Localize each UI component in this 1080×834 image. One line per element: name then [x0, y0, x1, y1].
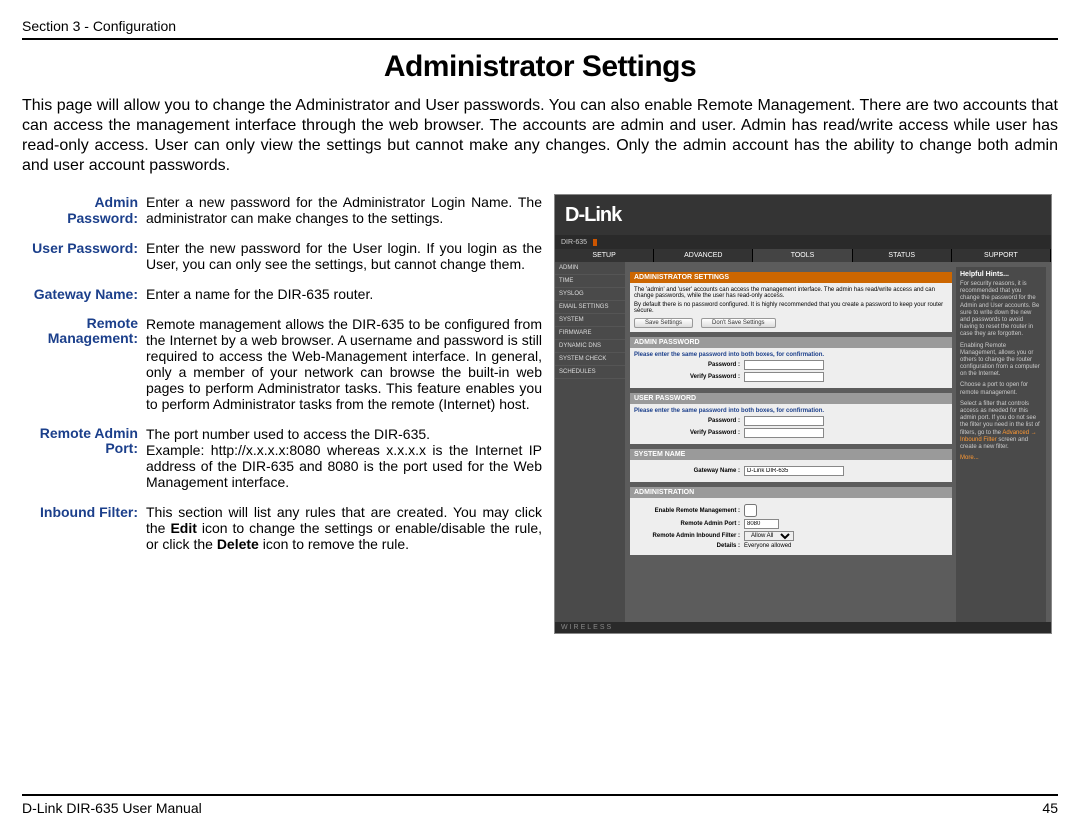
gateway-name-desc: Enter a name for the DIR-635 router. — [146, 286, 542, 302]
user-password-desc: Enter the new password for the User logi… — [146, 240, 542, 272]
hints-p2: Enabling Remote Management, allows you o… — [960, 343, 1042, 379]
hints-p1: For security reasons, it is recommended … — [960, 281, 1042, 339]
lbl-admin-vpw: Verify Password : — [634, 374, 744, 380]
user-password-label: User Password: — [22, 240, 142, 256]
intro-paragraph: This page will allow you to change the A… — [22, 96, 1058, 176]
rap-line2: Example: http://x.x.x.x:8080 whereas x.x… — [146, 442, 542, 490]
header-rule — [22, 38, 1058, 40]
admin-pw-header: ADMIN PASSWORD — [630, 337, 952, 348]
save-settings-button[interactable]: Save Settings — [634, 318, 693, 328]
helpful-hints-panel: Helpful Hints... For security reasons, i… — [956, 267, 1046, 627]
router-model-bar: DIR-635 — [555, 235, 1051, 249]
administration-header: ADMINISTRATION — [630, 487, 952, 498]
tab-support[interactable]: SUPPORT — [952, 249, 1051, 262]
hints-p4: Select a filter that controls access as … — [960, 401, 1042, 451]
dlink-logo: D-Link — [565, 204, 621, 227]
footer-rule — [22, 794, 1058, 796]
lbl-user-vpw: Verify Password : — [634, 430, 744, 436]
admin-pw-input[interactable] — [744, 360, 824, 370]
remote-management-label: Remote Management: — [22, 316, 142, 347]
side-firmware[interactable]: FIRMWARE — [555, 327, 625, 340]
lbl-details: Details : — [634, 543, 744, 549]
inbound-filter-desc: This section will list any rules that ar… — [146, 504, 542, 552]
details-value: Everyone allowed — [744, 543, 791, 549]
lbl-user-pw: Password : — [634, 418, 744, 424]
admin-pw-hint: Please enter the same password into both… — [634, 352, 948, 358]
router-footer: WIRELESS — [555, 622, 1051, 633]
hints-p3: Choose a port to open for remote managem… — [960, 382, 1042, 396]
user-pw-input[interactable] — [744, 416, 824, 426]
side-syscheck[interactable]: SYSTEM CHECK — [555, 353, 625, 366]
admin-desc2: By default there is no password configur… — [634, 302, 948, 314]
remote-port-input[interactable] — [744, 519, 779, 529]
lbl-remote-filter: Remote Admin Inbound Filter : — [634, 533, 744, 539]
user-pw-header: USER PASSWORD — [630, 393, 952, 404]
hints-title: Helpful Hints... — [960, 271, 1042, 278]
remote-admin-port-desc: The port number used to access the DIR-6… — [146, 426, 542, 490]
remote-filter-select[interactable]: Allow All — [744, 531, 794, 541]
side-admin[interactable]: ADMIN — [555, 262, 625, 275]
page-title: Administrator Settings — [22, 50, 1058, 84]
system-name-header: SYSTEM NAME — [630, 449, 952, 460]
hints-more[interactable]: More... — [960, 455, 1042, 462]
user-vpw-input[interactable] — [744, 428, 824, 438]
router-screenshot: D-Link DIR-635 SETUP ADVANCED TOOLS STAT… — [554, 194, 1052, 634]
lbl-enable-remote: Enable Remote Management : — [634, 508, 744, 514]
page-footer: D-Link DIR-635 User Manual 45 — [22, 794, 1058, 816]
remote-management-desc: Remote management allows the DIR-635 to … — [146, 316, 542, 412]
admin-settings-header: ADMINISTRATOR SETTINGS — [630, 272, 952, 283]
tab-status[interactable]: STATUS — [853, 249, 952, 262]
router-logo-bar: D-Link — [555, 195, 1051, 235]
manual-name: D-Link DIR-635 User Manual — [22, 800, 202, 816]
admin-password-desc: Enter a new password for the Administrat… — [146, 194, 542, 226]
admin-vpw-input[interactable] — [744, 372, 824, 382]
side-schedules[interactable]: SCHEDULES — [555, 366, 625, 379]
side-system[interactable]: SYSTEM — [555, 314, 625, 327]
delete-word: Delete — [217, 536, 259, 552]
tab-tools[interactable]: TOOLS — [753, 249, 852, 262]
edit-word: Edit — [170, 520, 196, 536]
section-header: Section 3 - Configuration — [22, 18, 1058, 34]
admin-desc1: The 'admin' and 'user' accounts can acce… — [634, 287, 948, 299]
side-email[interactable]: EMAIL SETTINGS — [555, 301, 625, 314]
user-pw-hint: Please enter the same password into both… — [634, 408, 948, 414]
inbound-filter-label: Inbound Filter: — [22, 504, 142, 520]
enable-remote-checkbox[interactable] — [744, 504, 757, 517]
side-ddns[interactable]: DYNAMIC DNS — [555, 340, 625, 353]
side-syslog[interactable]: SYSLOG — [555, 288, 625, 301]
admin-password-label: Admin Password: — [22, 194, 142, 226]
router-tabs: SETUP ADVANCED TOOLS STATUS SUPPORT — [555, 249, 1051, 262]
tab-advanced[interactable]: ADVANCED — [654, 249, 753, 262]
router-sidebar: ADMIN TIME SYSLOG EMAIL SETTINGS SYSTEM … — [555, 262, 625, 632]
gateway-name-label: Gateway Name: — [22, 286, 142, 302]
lbl-admin-pw: Password : — [634, 362, 744, 368]
remote-admin-port-label: Remote Admin Port: — [22, 426, 142, 457]
gateway-input[interactable] — [744, 466, 844, 476]
side-time[interactable]: TIME — [555, 275, 625, 288]
definitions-list: Admin Password: Enter a new password for… — [22, 194, 542, 634]
page-number: 45 — [1042, 800, 1058, 816]
rap-line1: The port number used to access the DIR-6… — [146, 426, 430, 442]
lbl-remote-port: Remote Admin Port : — [634, 521, 744, 527]
if-text-e: icon to remove the rule. — [259, 536, 409, 552]
router-model: DIR-635 — [555, 239, 597, 246]
dont-save-button[interactable]: Don't Save Settings — [701, 318, 776, 328]
tab-setup[interactable]: SETUP — [555, 249, 654, 262]
lbl-gateway: Gateway Name : — [634, 468, 744, 474]
